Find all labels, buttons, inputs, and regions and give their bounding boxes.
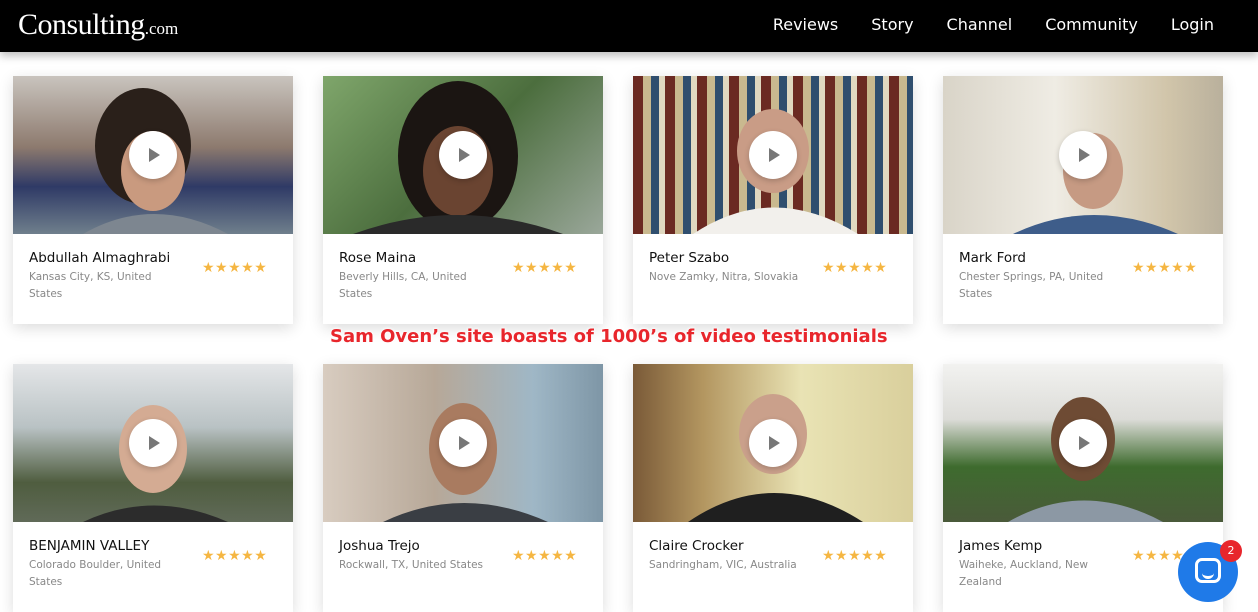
- nav-channel[interactable]: Channel: [947, 15, 1013, 34]
- reviewer-location: Waiheke, Auckland, New Zealand: [959, 559, 1088, 588]
- video-thumbnail[interactable]: [943, 364, 1223, 522]
- rating-stars-icon: ★★★★★: [512, 259, 578, 275]
- rating-stars-icon: ★★★★★: [202, 259, 268, 275]
- rating-stars-icon: ★★★★★: [1132, 259, 1198, 275]
- reviewer-location: Beverly Hills, CA, United States: [339, 271, 467, 300]
- nav-login[interactable]: Login: [1171, 15, 1214, 34]
- testimonial-card[interactable]: Rose Maina Beverly Hills, CA, United Sta…: [323, 76, 603, 324]
- testimonial-card[interactable]: BENJAMIN VALLEY Colorado Boulder, United…: [13, 364, 293, 612]
- reviewer-name: BENJAMIN VALLEY: [29, 538, 150, 554]
- reviewer-location: Colorado Boulder, United States: [29, 559, 162, 588]
- video-thumbnail[interactable]: [323, 364, 603, 522]
- video-thumbnail[interactable]: [323, 76, 603, 234]
- chat-icon: [1195, 558, 1221, 583]
- testimonial-card[interactable]: Claire Crocker Sandringham, VIC, Austral…: [633, 364, 913, 612]
- top-navigation-bar: Consulting.com Reviews Story Channel Com…: [0, 0, 1258, 52]
- nav-reviews[interactable]: Reviews: [773, 15, 838, 34]
- play-icon[interactable]: [129, 419, 177, 467]
- reviewer-name: James Kemp: [959, 538, 1043, 554]
- reviewer-location: Nove Zamky, Nitra, Slovakia: [649, 271, 799, 283]
- testimonial-card[interactable]: Peter Szabo Nove Zamky, Nitra, Slovakia …: [633, 76, 913, 324]
- play-icon[interactable]: [129, 131, 177, 179]
- logo-text: Consulting: [18, 8, 145, 41]
- video-thumbnail[interactable]: [633, 364, 913, 522]
- reviewer-location: Sandringham, VIC, Australia: [649, 559, 797, 571]
- reviewer-name: Peter Szabo: [649, 250, 730, 266]
- site-logo[interactable]: Consulting.com: [18, 8, 178, 42]
- video-thumbnail[interactable]: [13, 364, 293, 522]
- rating-stars-icon: ★★★★★: [822, 547, 888, 563]
- rating-stars-icon: ★★★★★: [822, 259, 888, 275]
- rating-stars-icon: ★★★★★: [512, 547, 578, 563]
- reviewer-name: Abdullah Almaghrabi: [29, 250, 171, 266]
- overlay-caption: Sam Oven’s site boasts of 1000’s of vide…: [330, 326, 888, 347]
- reviewer-location: Kansas City, KS, United States: [29, 271, 152, 300]
- play-icon[interactable]: [749, 131, 797, 179]
- reviewer-name: Claire Crocker: [649, 538, 744, 554]
- video-thumbnail[interactable]: [633, 76, 913, 234]
- play-icon[interactable]: [749, 419, 797, 467]
- play-icon[interactable]: [1059, 419, 1107, 467]
- notification-badge: 2: [1220, 540, 1242, 562]
- play-icon[interactable]: [439, 131, 487, 179]
- logo-suffix: .com: [144, 19, 179, 38]
- play-icon[interactable]: [1059, 131, 1107, 179]
- nav-story[interactable]: Story: [871, 15, 913, 34]
- testimonial-card[interactable]: Abdullah Almaghrabi Kansas City, KS, Uni…: [13, 76, 293, 324]
- video-thumbnail[interactable]: [943, 76, 1223, 234]
- reviewer-name: Mark Ford: [959, 250, 1027, 266]
- play-icon[interactable]: [439, 419, 487, 467]
- main-nav: Reviews Story Channel Community Login: [773, 0, 1258, 48]
- nav-community[interactable]: Community: [1045, 15, 1138, 34]
- reviewer-name: Joshua Trejo: [339, 538, 420, 554]
- testimonial-card[interactable]: Mark Ford Chester Springs, PA, United St…: [943, 76, 1223, 324]
- reviewer-location: Chester Springs, PA, United States: [959, 271, 1104, 300]
- reviewer-location: Rockwall, TX, United States: [339, 559, 484, 571]
- video-thumbnail[interactable]: [13, 76, 293, 234]
- testimonial-card[interactable]: Joshua Trejo Rockwall, TX, United States…: [323, 364, 603, 612]
- reviewer-name: Rose Maina: [339, 250, 417, 266]
- rating-stars-icon: ★★★★★: [202, 547, 268, 563]
